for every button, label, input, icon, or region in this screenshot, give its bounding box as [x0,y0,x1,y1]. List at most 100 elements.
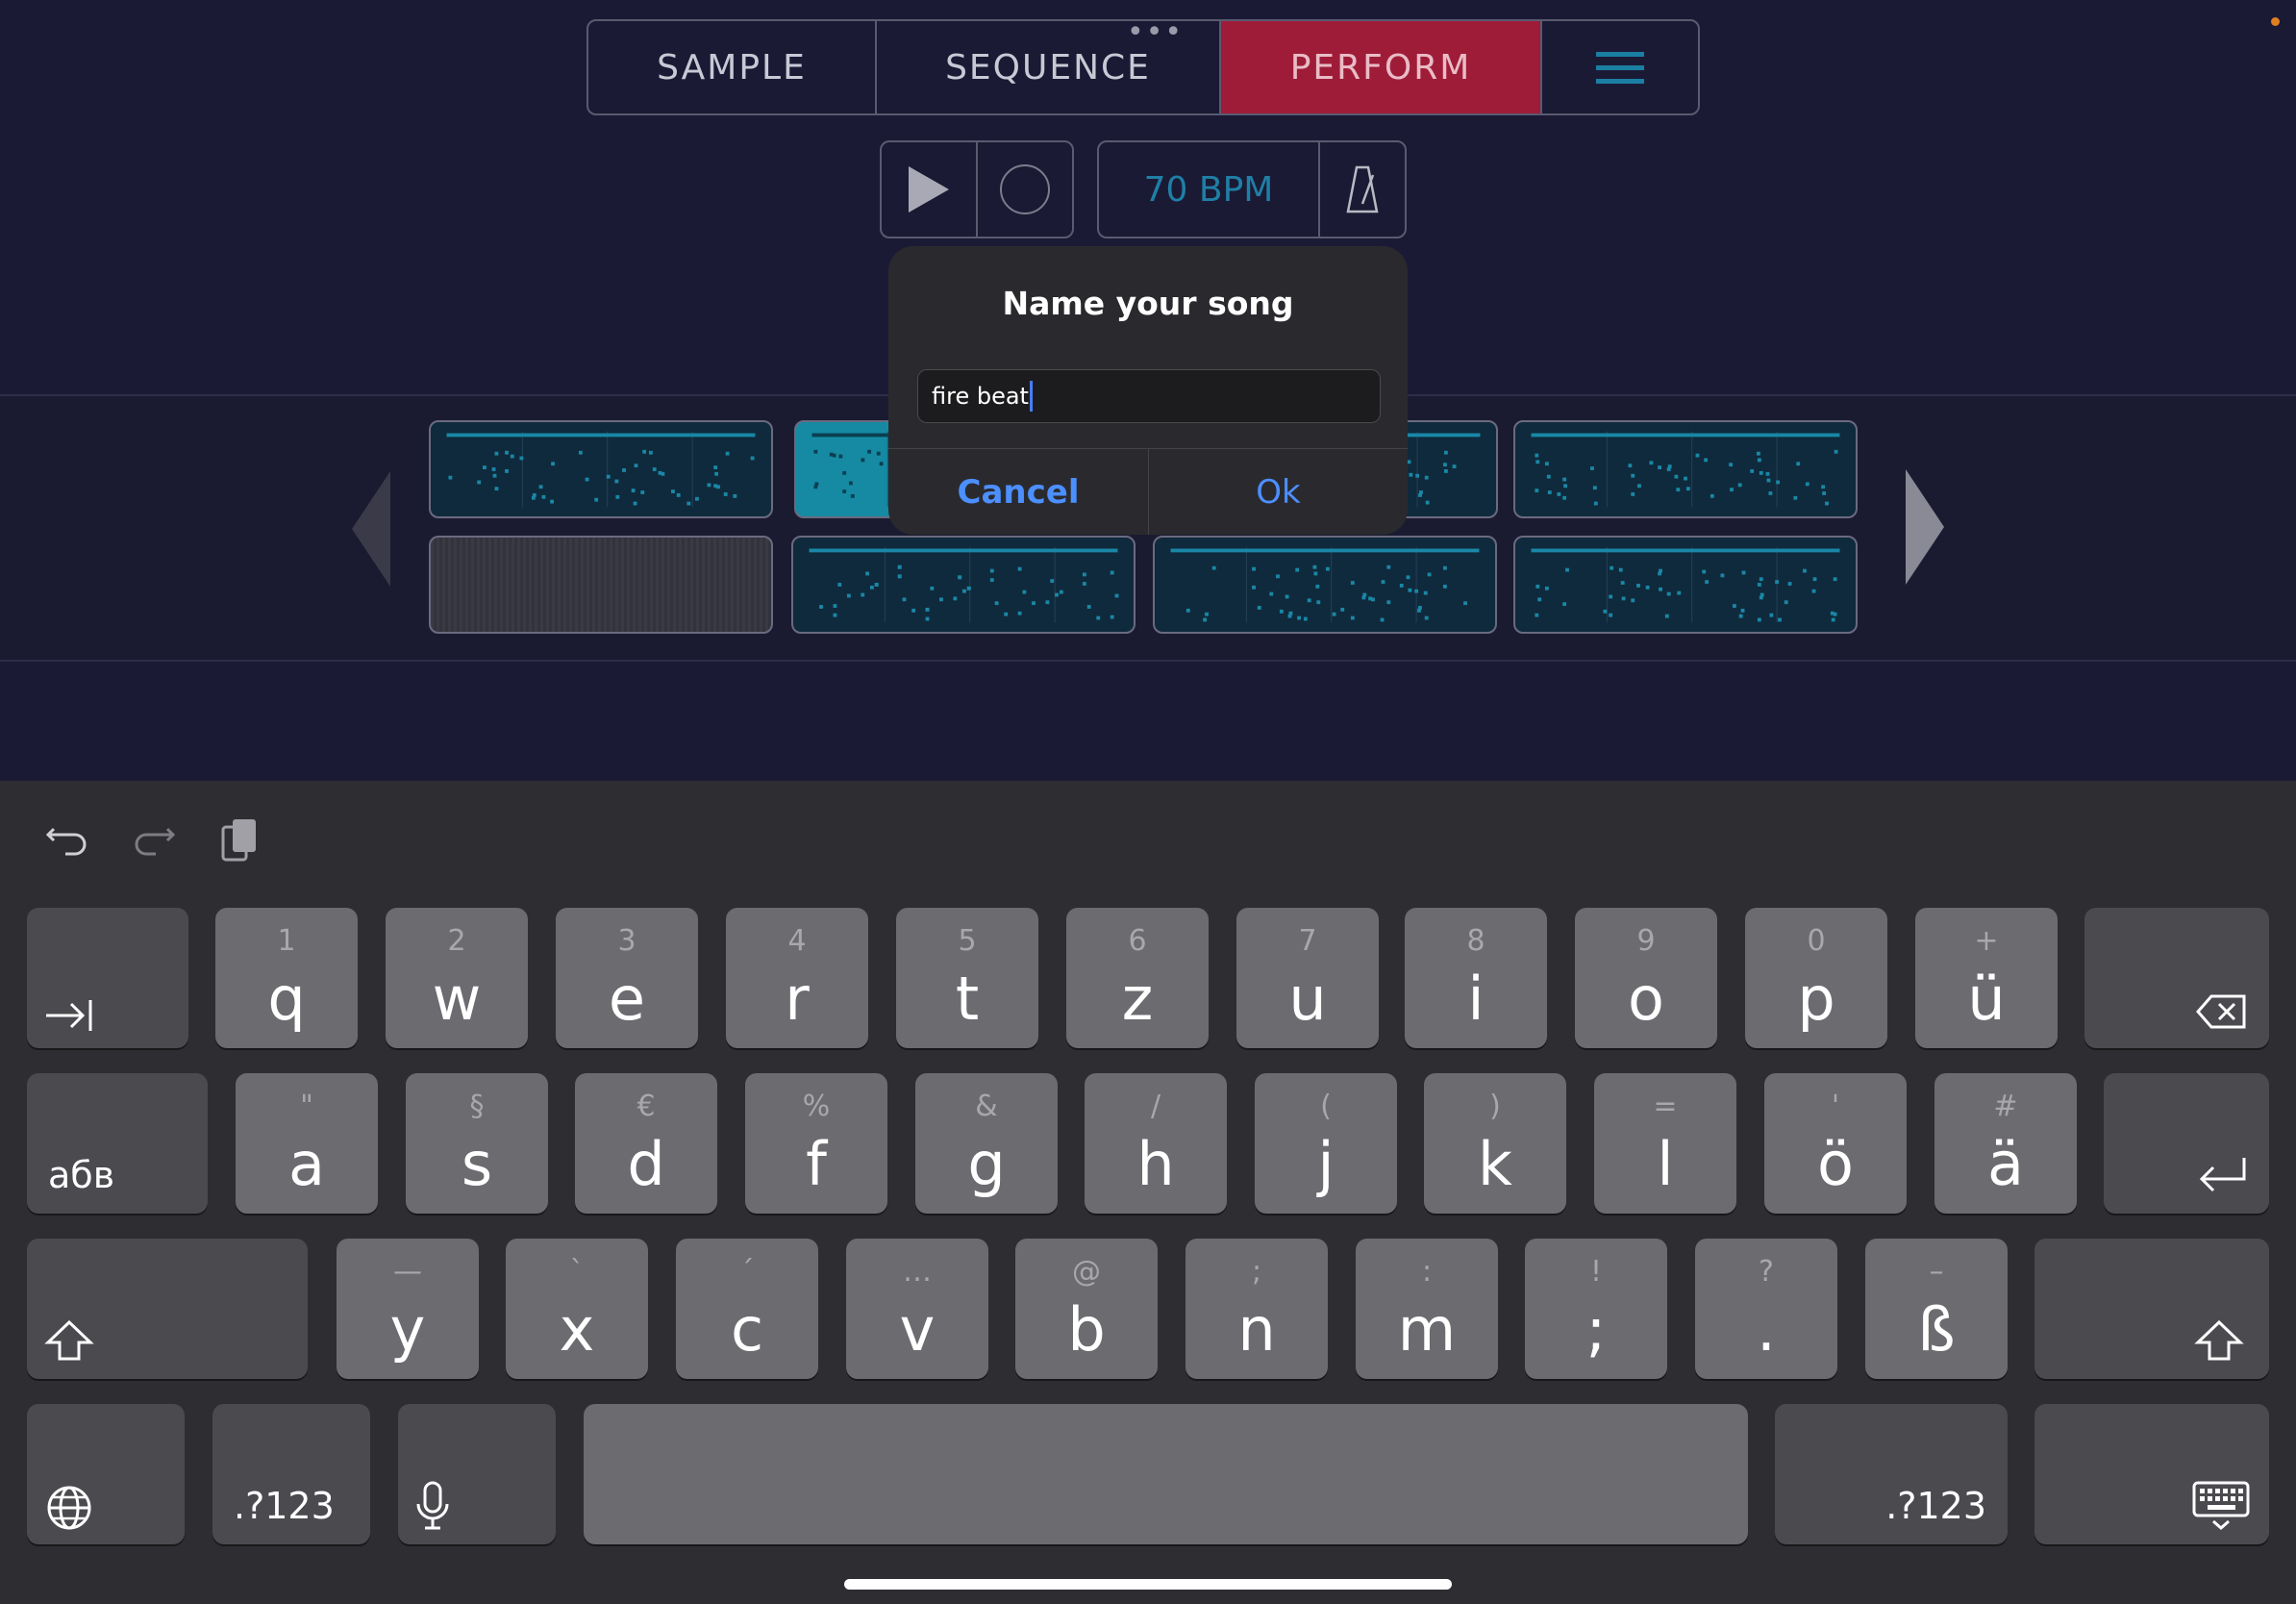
key-h[interactable]: / h [1085,1073,1227,1214]
play-button[interactable] [882,142,978,237]
key-label: l [1657,1129,1674,1199]
key-s[interactable]: § s [406,1073,548,1214]
key-q[interactable]: 1q [215,908,358,1048]
key-x[interactable]: ` x [506,1239,648,1379]
language-key-label: абв [48,1154,115,1196]
hamburger-icon [1596,43,1644,92]
key-p[interactable]: 0p [1745,908,1887,1048]
delete-key[interactable] [2084,908,2269,1048]
key-i[interactable]: 8i [1405,908,1547,1048]
key-;[interactable]: !; [1525,1239,1667,1379]
key-j[interactable]: (j [1255,1073,1397,1214]
key-alt-label: 7 [1298,924,1317,958]
key-label: y [389,1294,426,1365]
key-t[interactable]: 5t [896,908,1038,1048]
tab-sample[interactable]: SAMPLE [588,21,877,113]
key-m[interactable]: :m [1356,1239,1498,1379]
key-label: z [1121,964,1154,1034]
key-l[interactable]: = l [1594,1073,1736,1214]
hide-keyboard-key[interactable] [2034,1404,2269,1544]
key-alt-label: = [1653,1090,1678,1123]
key-e[interactable]: 3e [556,908,698,1048]
tab-key[interactable] [27,908,188,1048]
numbers-key-right[interactable]: .?123 [1775,1404,2008,1544]
space-bar[interactable] [584,1404,1748,1544]
dictation-key[interactable] [398,1404,556,1544]
key-ü[interactable]: + ü [1915,908,2058,1048]
key-label: s [461,1129,493,1199]
paste-icon[interactable] [217,815,263,864]
key-label: ü [1967,964,2006,1034]
key-ö[interactable]: ' ö [1764,1073,1907,1214]
key-c[interactable]: ´ c [676,1239,818,1379]
pattern-slot[interactable] [429,420,773,518]
key-k[interactable]: ) k [1424,1073,1566,1214]
key-label: h [1136,1129,1175,1199]
key-a[interactable]: " a [236,1073,378,1214]
undo-icon[interactable] [44,815,90,864]
tab-perform[interactable]: PERFORM [1221,21,1542,113]
next-page-arrow-icon[interactable] [1906,469,1944,585]
key-label: d [627,1129,665,1199]
globe-key[interactable] [27,1404,185,1544]
record-icon [1000,164,1050,214]
key-alt-label: 5 [958,924,977,958]
key-label: . [1757,1294,1776,1365]
key-label: v [899,1294,936,1365]
key-n[interactable]: ; n [1185,1239,1328,1379]
key-alt-label: € [636,1090,656,1123]
key-b[interactable]: @ b [1015,1239,1158,1379]
key-label: u [1288,964,1327,1034]
key-alt-label: 4 [787,924,807,958]
key-label: ß [1917,1294,1956,1365]
key-alt-label: 9 [1636,924,1656,958]
pattern-slot[interactable] [791,536,1136,634]
key-label: r [785,964,810,1034]
key-label: ä [1987,1129,2024,1199]
multitask-dots-icon[interactable]: ••• [1127,15,1184,49]
cancel-button[interactable]: Cancel [888,449,1149,535]
key-u[interactable]: 7u [1236,908,1379,1048]
key-ä[interactable]: # ä [1934,1073,2077,1214]
key-o[interactable]: 9o [1575,908,1717,1048]
ok-button[interactable]: Ok [1149,449,1408,535]
pattern-slot-empty[interactable] [429,536,773,634]
numbers-key-left[interactable]: .?123 [212,1404,370,1544]
key-label: w [432,964,482,1034]
shift-icon [2194,1319,2244,1362]
key-r[interactable]: 4r [726,908,868,1048]
previous-page-arrow-icon[interactable] [352,471,390,587]
language-key[interactable]: абв [27,1073,208,1214]
song-name-value: fire beat [932,383,1029,410]
key-alt-label: 0 [1807,924,1826,958]
pattern-slot[interactable] [1153,536,1497,634]
record-button[interactable] [978,142,1072,237]
pattern-slot[interactable] [1513,536,1858,634]
key-z[interactable]: 6z [1066,908,1209,1048]
menu-button[interactable] [1542,21,1698,113]
redo-icon[interactable] [131,815,177,864]
key-w[interactable]: 2w [386,908,528,1048]
key-alt-label: + [1974,924,1999,958]
key-label: x [559,1294,595,1365]
key-g[interactable]: & g [915,1073,1058,1214]
dialog-title: Name your song [1002,285,1294,322]
key-alt-label: ' [1831,1090,1840,1123]
key-d[interactable]: € d [575,1073,717,1214]
key-alt-label: ) [1489,1090,1501,1123]
pattern-slot[interactable] [1513,420,1858,518]
song-name-input[interactable]: fire beat [917,369,1381,423]
home-indicator[interactable] [844,1579,1452,1590]
bpm-display[interactable]: 70 BPM [1099,142,1320,237]
key-ß[interactable]: – ß [1865,1239,2008,1379]
key-.[interactable]: ?. [1695,1239,1837,1379]
key-f[interactable]: % f [745,1073,887,1214]
shift-key-left[interactable] [27,1239,308,1379]
key-y[interactable]: — y [337,1239,479,1379]
key-v[interactable]: … v [846,1239,988,1379]
text-caret [1029,381,1033,412]
shift-key-right[interactable] [2034,1239,2269,1379]
return-key[interactable] [2104,1073,2269,1214]
metronome-button[interactable] [1320,142,1405,237]
shift-icon [44,1319,94,1362]
